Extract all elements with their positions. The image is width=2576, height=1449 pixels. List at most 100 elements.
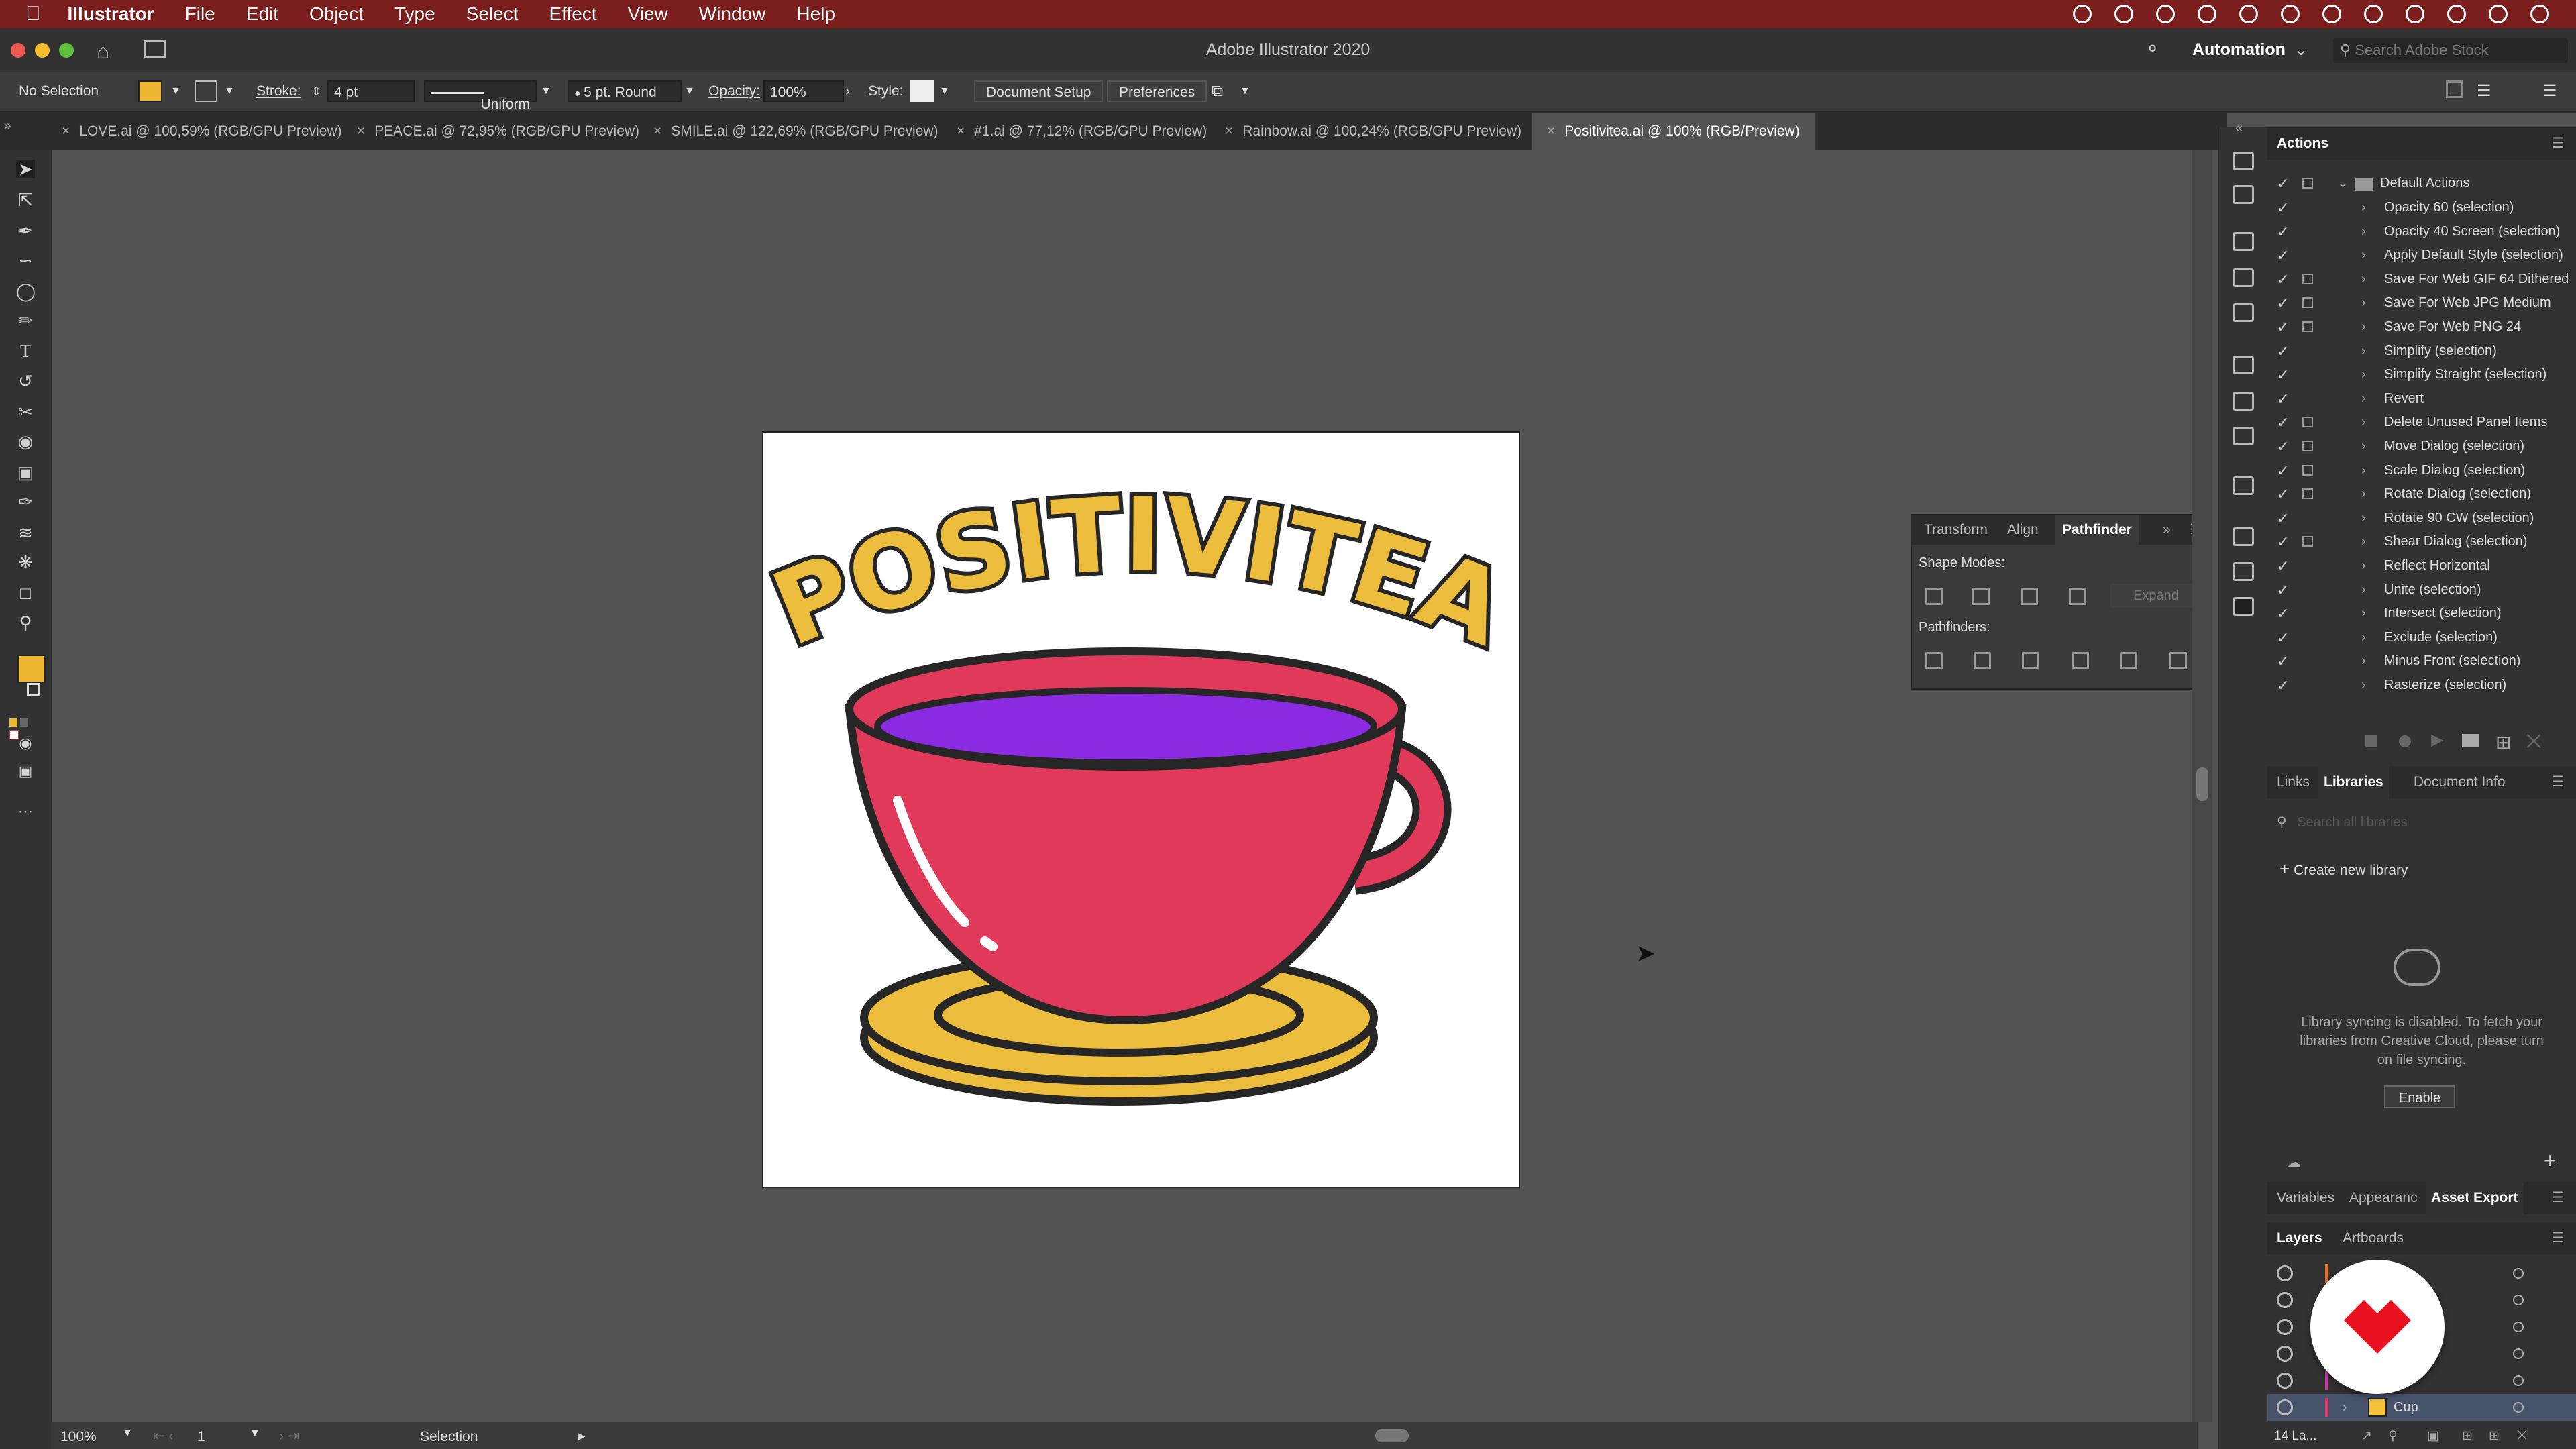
tab-rainbow[interactable]: × Rainbow.ai @ 100,24% (RGB/GPU Preview) [1225, 113, 1521, 150]
chevron-right-icon[interactable]: › [2361, 387, 2366, 411]
target-circle-icon[interactable] [2513, 1322, 2524, 1332]
cloud-icon[interactable] [2156, 5, 2175, 23]
menu-app[interactable]: Illustrator [68, 3, 154, 25]
chevron-right-icon[interactable]: › [2361, 482, 2366, 506]
new-set-folder-icon[interactable] [2462, 734, 2479, 747]
panel-menu-icon[interactable]: ☰ [2552, 1182, 2565, 1214]
apple-icon[interactable]:  [25, 3, 41, 25]
chevron-right-icon[interactable]: › [845, 80, 850, 102]
chevron-right-icon[interactable]: › [2361, 649, 2366, 673]
chevron-down-icon[interactable]: ▼ [170, 80, 181, 102]
color-mode-icons[interactable] [9, 718, 40, 739]
action-row[interactable]: ✓ › Rasterize (selection) [2267, 674, 2576, 697]
target-circle-icon[interactable] [2513, 1268, 2524, 1279]
chevron-down-icon[interactable]: ⌄ [2294, 40, 2308, 60]
checkmark-icon[interactable]: ✓ [2277, 649, 2289, 673]
chevron-right-icon[interactable]: ▸ [578, 1428, 586, 1444]
chevron-right-icon[interactable]: › [2361, 554, 2366, 578]
stroke-color-swatch[interactable] [195, 80, 217, 102]
tab-variables[interactable]: Variables [2277, 1182, 2334, 1214]
image-trace-icon[interactable] [2233, 476, 2254, 495]
artboard-tool-icon[interactable]: □ [16, 584, 35, 602]
chevron-right-icon[interactable]: › [2361, 339, 2366, 363]
brush-definition[interactable]: ● 5 pt. Round [568, 80, 682, 102]
close-icon[interactable]: × [1547, 123, 1555, 139]
chevron-right-icon[interactable]: › [2361, 602, 2366, 625]
target-circle-icon[interactable] [2513, 1375, 2524, 1386]
toggle-dialog-icon[interactable] [2302, 273, 2313, 284]
checkmark-icon[interactable]: ✓ [2277, 482, 2289, 506]
opacity-label[interactable]: Opacity: [708, 80, 760, 102]
panel-menu-icon[interactable]: ☰ [2552, 127, 2565, 160]
action-row[interactable]: ✓ › Simplify Straight (selection) [2267, 363, 2576, 386]
tab-love[interactable]: × LOVE.ai @ 100,59% (RGB/GPU Preview) [62, 113, 342, 150]
collapse-panel-icon[interactable]: » [2163, 515, 2171, 545]
tab-appearance[interactable]: Appearanc [2349, 1182, 2418, 1214]
close-icon[interactable]: × [1225, 123, 1233, 139]
transform-icon[interactable] [2446, 80, 2463, 98]
checkmark-icon[interactable]: ✓ [2277, 459, 2289, 482]
checkmark-icon[interactable]: ✓ [2277, 172, 2289, 195]
type-tool-icon[interactable]: T [16, 342, 35, 361]
chevron-right-icon[interactable]: › [2361, 196, 2366, 219]
tab-peace[interactable]: × PEACE.ai @ 72,95% (RGB/GPU Preview) [357, 113, 639, 150]
action-row[interactable]: ✓ › Rotate 90 CW (selection) [2267, 506, 2576, 530]
tab-pathfinder[interactable]: Pathfinder [2055, 515, 2139, 545]
chevron-right-icon[interactable]: › [2361, 506, 2366, 530]
chat-icon[interactable] [2239, 5, 2258, 23]
tab-transform[interactable]: Transform [1924, 515, 1988, 545]
action-row[interactable]: ✓ › Rotate Dialog (selection) [2267, 482, 2576, 506]
direct-selection-tool-icon[interactable]: ⇱ [16, 191, 35, 209]
action-row[interactable]: ✓ › Intersect (selection) [2267, 602, 2576, 625]
visibility-eye-icon[interactable] [2277, 1373, 2293, 1389]
chevron-down-icon[interactable]: ▼ [541, 80, 551, 102]
chevron-right-icon[interactable]: › [2361, 459, 2366, 482]
extension-icon[interactable] [2114, 5, 2133, 23]
paintbrush-tool-icon[interactable]: ✏ [16, 311, 35, 330]
transparency-icon[interactable] [2233, 427, 2254, 445]
menu-view[interactable]: View [628, 3, 668, 25]
unite-icon[interactable] [1925, 588, 1943, 605]
action-row[interactable]: ✓ › Scale Dialog (selection) [2267, 459, 2576, 482]
visibility-eye-icon[interactable] [2277, 1292, 2293, 1308]
trash-icon[interactable]: ⨉ [2517, 1424, 2527, 1449]
chevron-down-icon[interactable]: ⌄ [2337, 172, 2349, 195]
create-library-button[interactable]: + Create new library [2279, 859, 2408, 879]
wifi-icon[interactable] [2406, 5, 2424, 23]
checkmark-icon[interactable]: ✓ [2277, 435, 2289, 458]
chevron-down-icon[interactable]: ▼ [250, 1428, 260, 1440]
artboard-nav-arrows[interactable]: ⇤ ‹ [153, 1428, 173, 1444]
chevron-right-icon[interactable]: › [2361, 411, 2366, 434]
vertical-scrollbar[interactable] [2192, 150, 2212, 1422]
action-row[interactable]: ✓ › Reflect Horizontal [2267, 554, 2576, 578]
play-icon[interactable]: ▶ [2431, 730, 2443, 749]
chevron-right-icon[interactable]: › [2361, 435, 2366, 458]
pathfinder-panel-icon[interactable] [2233, 597, 2254, 616]
library-search-input[interactable]: ⚲ Search all libraries [2277, 808, 2567, 837]
actions-icon[interactable] [2233, 152, 2254, 170]
checkmark-icon[interactable]: ✓ [2277, 363, 2289, 386]
fill-color-swatch[interactable] [138, 80, 162, 102]
menu-type[interactable]: Type [394, 3, 435, 25]
checkmark-icon[interactable]: ✓ [2277, 291, 2289, 315]
chevron-right-icon[interactable]: › [2361, 315, 2366, 339]
tab-layers[interactable]: Layers [2277, 1222, 2322, 1254]
tab-asset-export[interactable]: Asset Export [2426, 1182, 2524, 1214]
chevron-right-icon[interactable]: › [2361, 291, 2366, 315]
checkmark-icon[interactable]: ✓ [2277, 530, 2289, 553]
screen-icon[interactable] [2281, 5, 2300, 23]
checkmark-icon[interactable]: ✓ [2277, 674, 2289, 697]
symbols-icon[interactable] [2233, 303, 2254, 322]
action-row[interactable]: ✓ › Simplify (selection) [2267, 339, 2576, 363]
positivitea-artwork[interactable]: POSITIVITEA [753, 433, 1525, 1187]
bluetooth-icon[interactable] [2364, 5, 2383, 23]
menu-help[interactable]: Help [796, 3, 835, 25]
action-row[interactable]: ✓ › Move Dialog (selection) [2267, 435, 2576, 458]
divide-icon[interactable] [1925, 652, 1943, 669]
checkmark-icon[interactable]: ✓ [2277, 244, 2289, 267]
action-row[interactable]: ✓ › Shear Dialog (selection) [2267, 530, 2576, 553]
stroke-icon[interactable] [2233, 356, 2254, 374]
stop-icon[interactable] [2365, 735, 2377, 747]
chevron-down-icon[interactable]: ▼ [224, 80, 235, 102]
action-row[interactable]: ✓ › Opacity 40 Screen (selection) [2267, 220, 2576, 244]
